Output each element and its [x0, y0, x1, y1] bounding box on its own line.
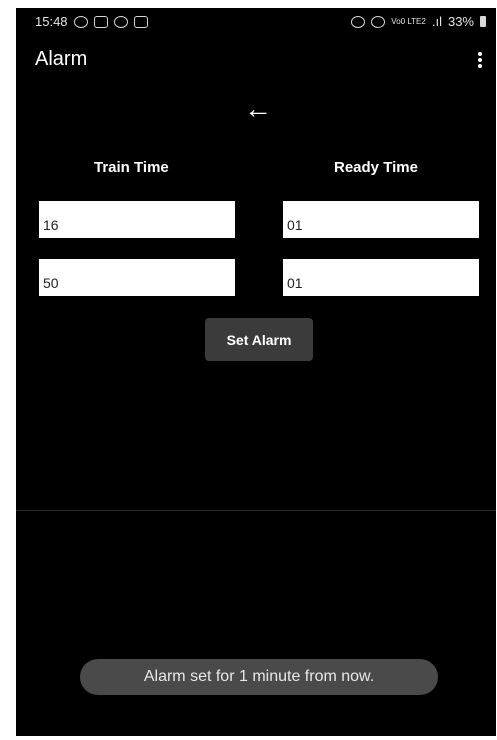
whatsapp-icon [73, 15, 88, 28]
status-time: 15:48 [35, 14, 68, 29]
status-bar: 15:48 Vo0 LTE2 .ıl 33% [16, 8, 496, 36]
set-alarm-button[interactable]: Set Alarm [205, 318, 313, 361]
app-bar: Alarm [16, 40, 496, 84]
missed-call-icon [113, 15, 128, 28]
train-time-label: Train Time [94, 159, 169, 176]
instagram-icon [93, 15, 108, 28]
image-icon [133, 15, 148, 28]
battery-icon [480, 16, 486, 27]
signal-icon: .ıl [431, 14, 442, 29]
train-hour-input[interactable] [39, 201, 235, 238]
toast-text: Alarm set for 1 minute from now. [143, 668, 375, 685]
divider [16, 510, 496, 511]
toast-message: Alarm set for 1 minute from now. [80, 659, 438, 695]
app-screen: 15:48 Vo0 LTE2 .ıl 33% Alarm ← Train Tim… [16, 8, 496, 736]
wifi-icon [371, 15, 386, 28]
alarm-icon [351, 15, 366, 28]
ready-minute-input[interactable] [283, 259, 479, 296]
arrow-back-icon[interactable]: ← [240, 95, 276, 123]
status-left: 15:48 [35, 14, 148, 29]
app-title: Alarm [35, 48, 88, 70]
train-minute-input[interactable] [39, 259, 235, 296]
battery-percent: 33% [447, 14, 474, 29]
ready-time-label: Ready Time [334, 159, 418, 176]
more-vert-icon[interactable] [476, 52, 484, 72]
status-right: Vo0 LTE2 .ıl 33% [351, 14, 486, 29]
volte-label: Vo0 LTE2 [391, 17, 426, 26]
ready-hour-input[interactable] [283, 201, 479, 238]
